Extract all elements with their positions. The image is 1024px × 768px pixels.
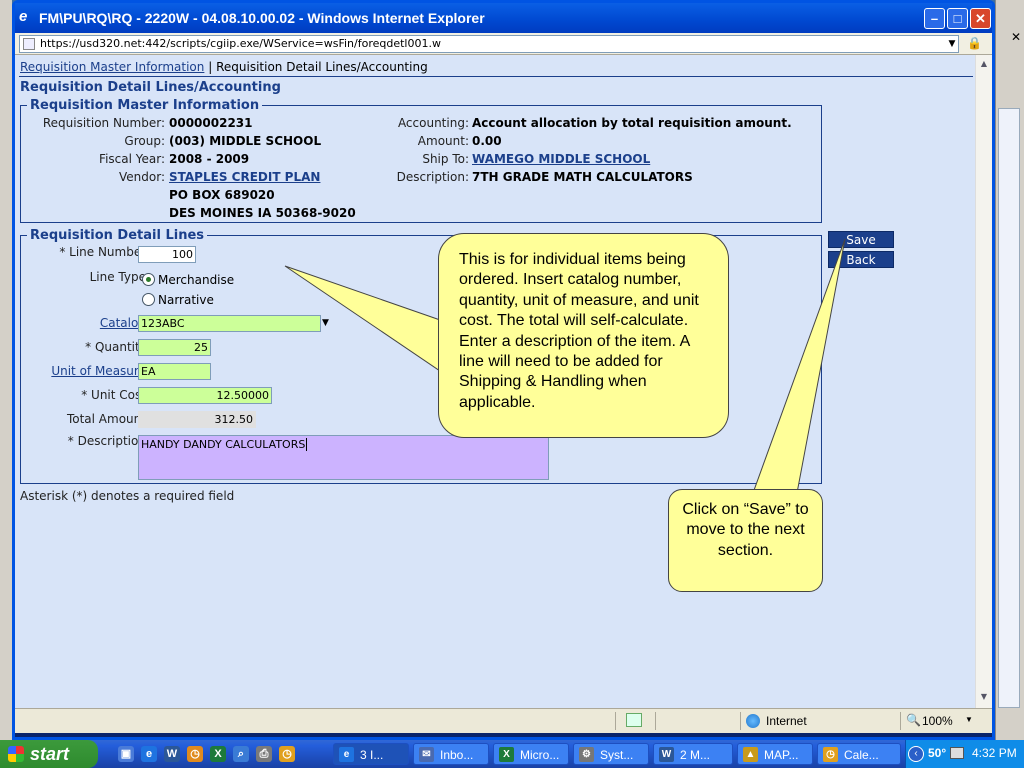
chevron-down-icon[interactable]: ▼ [965, 715, 973, 724]
taskbar-item-word[interactable]: W 2 M... [653, 743, 733, 765]
status-icon [626, 713, 642, 727]
title-bar: e FM\PU\RQ\RQ - 2220W - 04.08.10.00.02 -… [15, 3, 992, 33]
taskbar-item-label: 3 I... [360, 748, 384, 762]
excel-icon[interactable]: X [210, 746, 226, 762]
printer-icon[interactable]: ⎙ [256, 746, 272, 762]
taskbar-item-excel[interactable]: X Micro... [493, 743, 569, 765]
window-title: FM\PU\RQ\RQ - 2220W - 04.08.10.00.02 - W… [39, 10, 485, 26]
lock-icon[interactable]: 🔒 [967, 36, 983, 52]
taskbar: start ▣ e W ◷ X ⌕ ⎙ ◷ e 3 I... ✉ Inbo... X… [0, 740, 1024, 768]
outlook-icon[interactable]: ◷ [279, 746, 295, 762]
ie-icon: e [339, 747, 354, 762]
maximize-button[interactable]: □ [947, 8, 968, 29]
close-icon[interactable]: ✕ [1009, 30, 1023, 44]
zoom-level[interactable]: 100% [922, 714, 953, 728]
close-button[interactable]: ✕ [970, 8, 991, 29]
taskbar-item-label: Syst... [600, 748, 634, 762]
status-divider [900, 712, 901, 730]
globe-icon [746, 714, 760, 728]
taskbar-item-calendar[interactable]: ◷ Cale... [817, 743, 901, 765]
taskbar-item-label: Cale... [844, 748, 879, 762]
background-window: ✕ [995, 0, 1024, 740]
calendar-icon: ◷ [823, 747, 838, 762]
start-label: start [30, 744, 70, 764]
callout-save: Click on “Save” to move to the next sect… [668, 489, 823, 592]
ie-icon: e [19, 8, 28, 25]
taskbar-item-system[interactable]: ⚙ Syst... [573, 743, 649, 765]
taskbar-item-label: 2 M... [680, 748, 711, 762]
mail-icon: ✉ [419, 747, 434, 762]
browser-window: e FM\PU\RQ\RQ - 2220W - 04.08.10.00.02 -… [12, 0, 995, 740]
page-content: Requisition Master Information | Requisi… [15, 55, 992, 708]
system-icon: ⚙ [579, 747, 594, 762]
scroll-up-icon[interactable]: ▲ [977, 57, 991, 71]
callout-pointer-items [284, 265, 444, 374]
taskbar-item-ie[interactable]: e 3 I... [333, 743, 409, 765]
system-tray: ‹ 50° 4:32 PM [905, 740, 1024, 768]
taskbar-item-label: MAP... [764, 748, 799, 762]
status-bar: Internet 🔍 100% ▼ [15, 708, 992, 733]
ie-icon[interactable]: e [141, 746, 157, 762]
show-desktop-icon[interactable]: ▣ [118, 746, 134, 762]
excel-icon: X [499, 747, 514, 762]
clock: 4:32 PM [972, 746, 1017, 760]
status-divider [740, 712, 741, 730]
scroll-down-icon[interactable]: ▼ [977, 690, 991, 704]
weather-temperature[interactable]: 50° [928, 746, 946, 760]
status-divider [655, 712, 656, 730]
status-divider [615, 712, 616, 730]
clock-app-icon[interactable]: ◷ [187, 746, 203, 762]
address-url: https://usd320.net:442/scripts/cgiip.exe… [40, 37, 441, 50]
address-input[interactable]: https://usd320.net:442/scripts/cgiip.exe… [19, 35, 959, 53]
background-window-panel [998, 108, 1020, 708]
word-icon: W [659, 747, 674, 762]
taskbar-item-inbox[interactable]: ✉ Inbo... [413, 743, 489, 765]
zoom-icon: 🔍 [906, 713, 921, 727]
taskbar-item-label: Micro... [520, 748, 560, 762]
search-icon[interactable]: ⌕ [233, 746, 249, 762]
windows-flag-icon [8, 746, 24, 762]
map-icon: ▲ [743, 747, 758, 762]
taskbar-item-map[interactable]: ▲ MAP... [737, 743, 813, 765]
taskbar-item-label: Inbo... [440, 748, 474, 762]
vertical-scrollbar[interactable]: ▲ ▼ [975, 55, 992, 708]
background-window-edge [0, 0, 12, 740]
callout-pointer-save [752, 238, 846, 494]
network-icon[interactable] [950, 747, 964, 759]
security-zone: Internet [766, 714, 807, 728]
chevron-left-icon[interactable]: ‹ [908, 746, 924, 762]
address-bar: https://usd320.net:442/scripts/cgiip.exe… [15, 33, 992, 55]
start-button[interactable]: start [0, 740, 98, 768]
chevron-down-icon[interactable]: ▼ [945, 36, 959, 52]
page-icon [23, 38, 35, 50]
word-icon[interactable]: W [164, 746, 180, 762]
callout-line-items: This is for individual items being order… [438, 233, 729, 438]
minimize-button[interactable]: – [924, 8, 945, 29]
